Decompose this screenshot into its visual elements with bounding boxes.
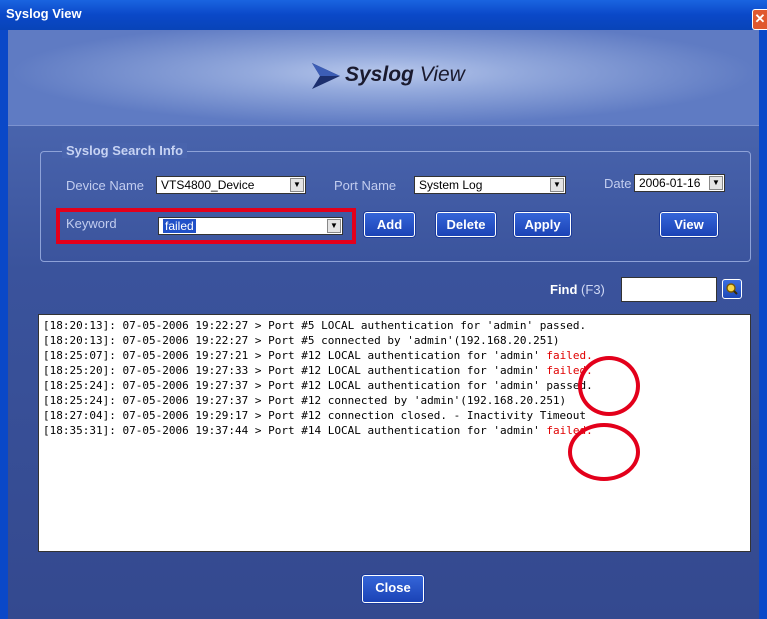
search-group-title: Syslog Search Info bbox=[62, 143, 188, 158]
log-line-result: passed. bbox=[539, 319, 587, 332]
window-title: Syslog View bbox=[6, 6, 82, 21]
log-line: [18:20:13]: 07-05-2006 19:22:27 > Port #… bbox=[43, 333, 746, 348]
add-button[interactable]: Add bbox=[364, 212, 415, 237]
find-button[interactable] bbox=[722, 279, 742, 299]
log-line: [18:25:07]: 07-05-2006 19:27:21 > Port #… bbox=[43, 348, 746, 363]
log-line: [18:25:20]: 07-05-2006 19:27:33 > Port #… bbox=[43, 363, 746, 378]
header-banner: Syslog View bbox=[8, 30, 759, 125]
chevron-down-icon[interactable]: ▼ bbox=[290, 178, 304, 192]
window-close-button[interactable]: ✕ bbox=[752, 9, 767, 30]
view-button[interactable]: View bbox=[660, 212, 718, 237]
log-output[interactable]: [18:20:13]: 07-05-2006 19:22:27 > Port #… bbox=[38, 314, 751, 552]
log-line-text: [18:25:24]: 07-05-2006 19:27:37 > Port #… bbox=[43, 394, 567, 407]
device-name-label: Device Name bbox=[66, 178, 145, 193]
port-name-value: System Log bbox=[419, 178, 483, 192]
log-line: [18:25:24]: 07-05-2006 19:27:37 > Port #… bbox=[43, 393, 746, 408]
date-select[interactable]: 2006-01-16 ▼ bbox=[634, 174, 725, 192]
search-icon bbox=[726, 283, 738, 295]
log-line: [18:35:31]: 07-05-2006 19:37:44 > Port #… bbox=[43, 423, 746, 438]
date-value: 2006-01-16 bbox=[639, 176, 701, 190]
log-line-text: [18:25:24]: 07-05-2006 19:27:37 > Port #… bbox=[43, 379, 547, 392]
device-name-value: VTS4800_Device bbox=[161, 178, 255, 192]
device-name-select[interactable]: VTS4800_Device ▼ bbox=[156, 176, 306, 194]
delete-button[interactable]: Delete bbox=[436, 212, 496, 237]
log-line-text: [18:35:31]: 07-05-2006 19:37:44 > Port #… bbox=[43, 424, 547, 437]
chevron-down-icon[interactable]: ▼ bbox=[550, 178, 564, 192]
header-divider bbox=[8, 125, 759, 126]
window-frame-left bbox=[0, 30, 8, 619]
log-line-result: failed. bbox=[546, 349, 593, 362]
chevron-down-icon[interactable]: ▼ bbox=[327, 219, 341, 233]
failed-highlight-circle-1 bbox=[578, 356, 640, 416]
chevron-down-icon[interactable]: ▼ bbox=[709, 176, 723, 190]
header-title-rest: View bbox=[413, 63, 465, 86]
log-line: [18:27:04]: 07-05-2006 19:29:17 > Port #… bbox=[43, 408, 746, 423]
keyword-select[interactable]: failed ▼ bbox=[158, 217, 343, 235]
log-line-text: [18:27:04]: 07-05-2006 19:29:17 > Port #… bbox=[43, 409, 587, 422]
log-line-text: [18:25:07]: 07-05-2006 19:27:21 > Port #… bbox=[43, 349, 547, 362]
header-title-bold: Syslog bbox=[345, 63, 414, 86]
port-name-select[interactable]: System Log ▼ bbox=[414, 176, 566, 194]
log-line: [18:20:13]: 07-05-2006 19:22:27 > Port #… bbox=[43, 318, 746, 333]
window-body: Syslog View Syslog Search Info Device Na… bbox=[8, 30, 759, 619]
apply-button[interactable]: Apply bbox=[514, 212, 571, 237]
log-line-text: [18:20:13]: 07-05-2006 19:22:27 > Port #… bbox=[43, 334, 560, 347]
find-label-text: Find bbox=[550, 282, 578, 297]
failed-highlight-circle-2 bbox=[568, 423, 640, 481]
date-label: Date bbox=[604, 176, 632, 191]
title-bar: Syslog View ✕ bbox=[0, 0, 767, 30]
window-frame-right bbox=[759, 30, 767, 619]
keyword-label: Keyword bbox=[66, 216, 117, 231]
log-line-text: [18:25:20]: 07-05-2006 19:27:33 > Port #… bbox=[43, 364, 547, 377]
keyword-value: failed bbox=[163, 219, 196, 233]
header-title: Syslog View bbox=[345, 63, 465, 87]
search-group: Syslog Search Info bbox=[40, 143, 751, 262]
log-line-text: [18:20:13]: 07-05-2006 19:22:27 > Port #… bbox=[43, 319, 540, 332]
close-button[interactable]: Close bbox=[362, 575, 424, 603]
arrow-logo-icon bbox=[312, 63, 340, 89]
find-label: Find (F3) bbox=[550, 282, 605, 297]
find-shortcut: (F3) bbox=[577, 282, 605, 297]
find-input[interactable] bbox=[621, 277, 717, 302]
port-name-label: Port Name bbox=[334, 178, 397, 193]
log-line: [18:25:24]: 07-05-2006 19:27:37 > Port #… bbox=[43, 378, 746, 393]
